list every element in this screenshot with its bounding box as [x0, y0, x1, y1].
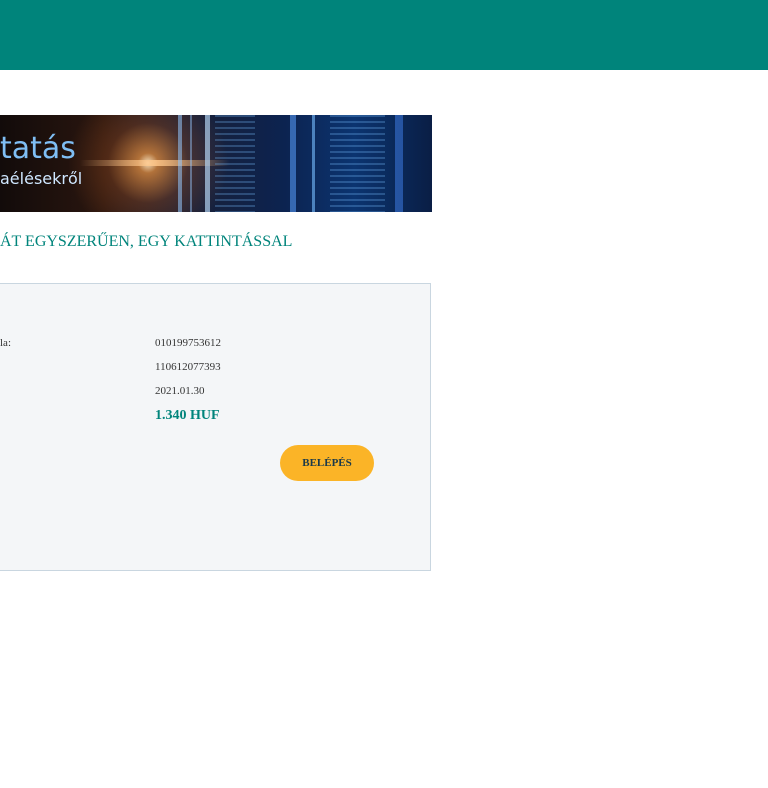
detail-label: la:: [0, 337, 11, 349]
banner-code-column: [215, 115, 255, 212]
banner-subtitle: aélésekről: [0, 169, 83, 188]
banner-light-streak: [312, 115, 315, 212]
invoice-details-card: [0, 283, 431, 571]
top-header-bar: [0, 0, 768, 70]
banner-light-streak: [190, 115, 192, 212]
detail-value-row-3: 2021.01.30: [155, 385, 205, 397]
banner-light-streak: [290, 115, 296, 212]
banner-light-streak: [395, 115, 403, 212]
amount-due: 1.340 HUF: [155, 408, 220, 423]
banner-light-streak: [205, 115, 210, 212]
banner-code-column: [330, 115, 385, 212]
banner-title: tatás: [0, 131, 76, 166]
banner-light-streak: [178, 115, 182, 212]
login-button[interactable]: BELÉPÉS: [280, 445, 374, 481]
tagline-heading: ÁT EGYSZERŰEN, EGY KATTINTÁSSAL: [0, 233, 293, 250]
detail-value-row-2: 110612077393: [155, 361, 221, 373]
detail-value-row-1: 010199753612: [155, 337, 221, 349]
